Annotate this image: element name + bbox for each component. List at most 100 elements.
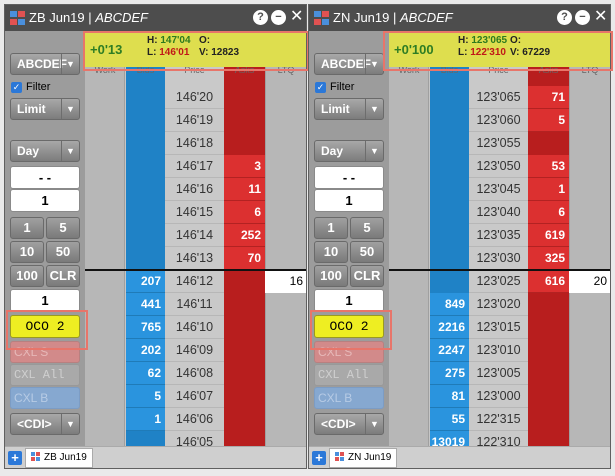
qty-button[interactable]: 1 <box>10 217 44 239</box>
help-button[interactable]: ? <box>557 10 572 25</box>
qty-button[interactable]: 5 <box>46 217 80 239</box>
qty-button[interactable]: 50 <box>46 241 80 263</box>
tif-label: Day <box>17 144 40 158</box>
ask-cell[interactable]: 6 <box>528 201 569 224</box>
bid-cell[interactable]: 81 <box>430 385 469 408</box>
price-cell: 146'16 <box>165 178 224 201</box>
ladder-row: 146'13 70 <box>85 247 306 270</box>
price-cell: 146'07 <box>165 385 224 408</box>
ladder-row: 146'18 <box>85 132 306 155</box>
bid-cell[interactable]: 275 <box>430 362 469 385</box>
bid-cell[interactable]: 62 <box>126 362 165 385</box>
ladder-row: 146'07 5 <box>85 385 306 408</box>
ask-cell[interactable]: 70 <box>224 247 265 270</box>
cancel-all-button[interactable]: CXL All <box>314 364 384 386</box>
cancel-buy-button[interactable]: CXL B <box>314 387 384 409</box>
bid-cell[interactable]: 5 <box>126 385 165 408</box>
close-button[interactable]: ✕ <box>290 8 303 26</box>
order-qty-field[interactable]: 1 <box>10 289 80 312</box>
cdi-dropdown[interactable]: <CDI> ▼ <box>10 413 80 435</box>
checkbox-icon: ✓ <box>315 82 326 93</box>
help-button[interactable]: ? <box>253 10 268 25</box>
ladder-row: 123'040 6 <box>389 201 610 224</box>
instrument-tab[interactable]: ZN Jun19 <box>329 448 398 468</box>
qty-button[interactable]: 100 <box>314 265 348 287</box>
order-type-dropdown[interactable]: Limit ▼ <box>314 98 384 120</box>
add-tab-button[interactable]: + <box>8 451 22 465</box>
ask-cell[interactable]: 3 <box>224 155 265 178</box>
qty-button[interactable]: 10 <box>10 241 44 263</box>
minimize-button[interactable]: − <box>271 10 286 25</box>
ladder-row: 123'005 275 <box>389 362 610 385</box>
ladder-row: 123'015 2216 <box>389 316 610 339</box>
price-cell: 146'09 <box>165 339 224 362</box>
price-cell: 123'060 <box>469 109 528 132</box>
qty-button[interactable]: 10 <box>314 241 348 263</box>
bid-cell[interactable]: 55 <box>430 408 469 431</box>
title-bar[interactable]: ZB Jun19 | ABCDEF ? − ✕ <box>5 5 306 31</box>
qty-button[interactable]: 1 <box>314 217 348 239</box>
order-type-label: Limit <box>17 102 46 116</box>
order-type-dropdown[interactable]: Limit ▼ <box>10 98 80 120</box>
price-cell: 123'010 <box>469 339 528 362</box>
cancel-buy-button[interactable]: CXL B <box>10 387 80 409</box>
bid-cell[interactable]: 1 <box>126 408 165 431</box>
ltq-cell: 20 <box>569 270 610 293</box>
qty-button[interactable]: 100 <box>10 265 44 287</box>
ladder-row: 123'030 325 <box>389 247 610 270</box>
qty-input[interactable]: 1 <box>10 189 80 212</box>
inside-market-line <box>389 269 610 271</box>
price-cell: 146'12 <box>165 270 224 293</box>
ladder-row: 146'19 <box>85 109 306 132</box>
tif-dropdown[interactable]: Day ▼ <box>10 140 80 162</box>
bid-cell[interactable]: 441 <box>126 293 165 316</box>
inside-market-line <box>85 269 306 271</box>
window-title: ZN Jun19 | ABCDEF <box>333 10 453 25</box>
ask-cell[interactable]: 1 <box>528 178 569 201</box>
ask-cell[interactable]: 619 <box>528 224 569 247</box>
price-cell: 146'13 <box>165 247 224 270</box>
price-cell: 146'14 <box>165 224 224 247</box>
bid-cell[interactable]: 13019 <box>430 431 469 446</box>
order-qty-field[interactable]: 1 <box>314 289 384 312</box>
cancel-all-button[interactable]: CXL All <box>10 364 80 386</box>
price-ladder: Work Bids Price Asks LTQ 123'065 71 123'060 5 12… <box>389 31 610 446</box>
bid-cell[interactable]: 2247 <box>430 339 469 362</box>
order-entry-panel: ABCDEF ▼ ✓ Filter Limit ▼ Day ▼ - - 1 15… <box>309 31 389 446</box>
ladder-row: 146'08 62 <box>85 362 306 385</box>
ask-cell[interactable]: 53 <box>528 155 569 178</box>
title-bar[interactable]: ZN Jun19 | ABCDEF ? − ✕ <box>309 5 610 31</box>
qty-button[interactable]: CLR <box>350 265 384 287</box>
tif-dropdown[interactable]: Day ▼ <box>314 140 384 162</box>
ask-cell[interactable]: 6 <box>224 201 265 224</box>
ask-cell[interactable]: 325 <box>528 247 569 270</box>
bid-cell[interactable]: 202 <box>126 339 165 362</box>
ask-cell[interactable]: 252 <box>224 224 265 247</box>
bid-cell[interactable]: 849 <box>430 293 469 316</box>
ask-cell[interactable]: 71 <box>528 86 569 109</box>
account-dropdown[interactable]: ABCDEF ▼ <box>10 53 80 75</box>
account-dropdown[interactable]: ABCDEF ▼ <box>314 53 384 75</box>
price-cell: 122'310 <box>469 431 528 446</box>
ladder-row: 146'06 1 <box>85 408 306 431</box>
price-cell: 146'11 <box>165 293 224 316</box>
cdi-dropdown[interactable]: <CDI> ▼ <box>314 413 384 435</box>
add-tab-button[interactable]: + <box>312 451 326 465</box>
filter-label: Filter <box>330 81 355 93</box>
bid-cell[interactable]: 207 <box>126 270 165 293</box>
ladder-row: 123'055 <box>389 132 610 155</box>
qty-button[interactable]: 50 <box>350 241 384 263</box>
ask-cell[interactable]: 616 <box>528 270 569 293</box>
ask-cell[interactable]: 5 <box>528 109 569 132</box>
price-ladder: Work Bids Price Asks LTQ 146'20 146'19 146'18 1… <box>85 31 306 446</box>
instrument-tab[interactable]: ZB Jun19 <box>25 448 93 468</box>
qty-button[interactable]: CLR <box>46 265 80 287</box>
bid-cell[interactable]: 765 <box>126 316 165 339</box>
close-button[interactable]: ✕ <box>594 8 607 26</box>
price-cell: 123'040 <box>469 201 528 224</box>
qty-button[interactable]: 5 <box>350 217 384 239</box>
minimize-button[interactable]: − <box>575 10 590 25</box>
ask-cell[interactable]: 11 <box>224 178 265 201</box>
qty-input[interactable]: 1 <box>314 189 384 212</box>
bid-cell[interactable]: 2216 <box>430 316 469 339</box>
